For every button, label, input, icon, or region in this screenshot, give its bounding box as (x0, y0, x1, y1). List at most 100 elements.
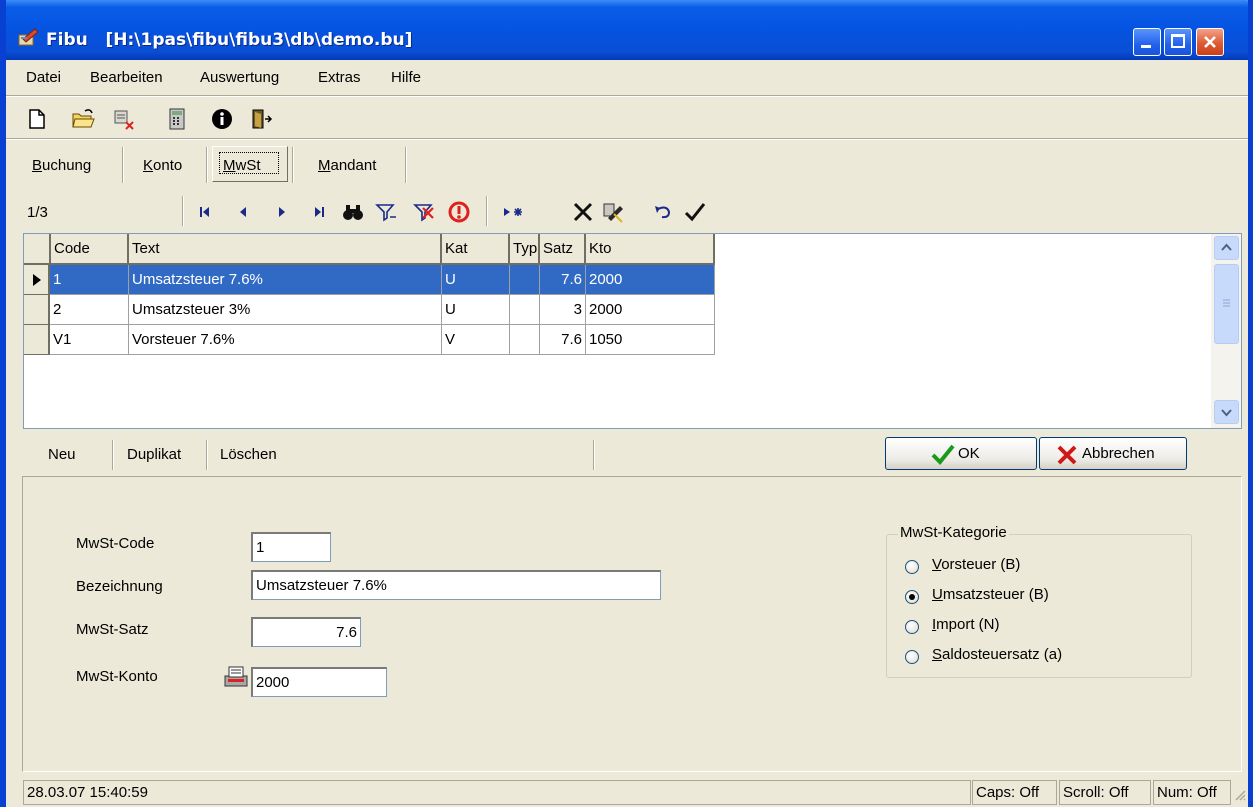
loeschen-button[interactable]: Löschen (220, 446, 277, 463)
neu-button[interactable]: Neu (48, 446, 76, 463)
vertical-scrollbar[interactable] (1211, 234, 1241, 428)
tab-buchung-accel: B (32, 157, 43, 174)
cell-code[interactable]: V1 (50, 325, 129, 355)
edit-icon[interactable] (600, 200, 626, 224)
cell-typ[interactable] (510, 295, 540, 325)
radio-umsatzsteuer[interactable] (905, 590, 919, 604)
radio-umsatzsteuer-label[interactable]: Umsatzsteuer (B) (932, 586, 1049, 603)
row-indicator (24, 325, 50, 355)
undo-icon[interactable] (650, 200, 676, 224)
tab-mwst-active[interactable]: MwSt (212, 146, 288, 182)
status-caps: Caps: Off (972, 780, 1057, 805)
radio-import-label[interactable]: Import (N) (932, 616, 1000, 633)
cell-kat[interactable]: U (442, 265, 510, 295)
column-header-text[interactable]: Text (129, 234, 442, 265)
filter-icon[interactable] (373, 200, 399, 224)
current-row-arrow-icon (33, 274, 41, 286)
nav-separator (182, 196, 184, 226)
radio-saldosteuersatz[interactable] (905, 650, 919, 664)
tab-buchung[interactable]: Buchung (32, 157, 91, 174)
menu-extras[interactable]: Extras (318, 69, 361, 86)
cell-text[interactable]: Umsatzsteuer 3% (129, 295, 442, 325)
column-header-typ[interactable]: Typ (510, 234, 540, 265)
post-icon[interactable] (682, 200, 708, 224)
cell-code[interactable]: 2 (50, 295, 129, 325)
mwst-code-field[interactable]: 1 (251, 532, 331, 562)
tab-mwst: MwSt (223, 157, 261, 174)
row-indicator (24, 265, 50, 295)
radio-saldosteuersatz-label[interactable]: Saldosteuersatz (a) (932, 646, 1062, 663)
cell-code[interactable]: 1 (50, 265, 129, 295)
calculator-icon[interactable] (164, 106, 190, 132)
cell-text[interactable]: Umsatzsteuer 7.6% (129, 265, 442, 295)
radio-vorsteuer[interactable] (905, 560, 919, 574)
ok-button[interactable]: OK (885, 437, 1037, 470)
new-document-icon[interactable] (24, 106, 50, 132)
find-icon[interactable] (340, 200, 366, 224)
menu-datei[interactable]: Datei (26, 69, 61, 86)
radio-vorsteuer-label[interactable]: Vorsteuer (B) (932, 556, 1020, 573)
column-header-kat[interactable]: Kat (442, 234, 510, 265)
open-folder-icon[interactable] (70, 106, 96, 132)
refresh-icon[interactable] (446, 200, 472, 224)
abbrechen-button[interactable]: Abbrechen (1039, 437, 1187, 470)
cell-kat[interactable]: U (442, 295, 510, 325)
tab-mandant[interactable]: Mandant (318, 157, 376, 174)
menu-auswertung[interactable]: Auswertung (200, 69, 279, 86)
minimize-icon (1141, 45, 1151, 48)
tab-mwst-rest: wSt (235, 157, 261, 174)
chevron-down-icon (1221, 409, 1232, 417)
app-name: Fibu (46, 30, 88, 50)
column-header-code[interactable]: Code (51, 234, 129, 265)
prior-record-icon[interactable] (230, 200, 256, 224)
close-button[interactable] (1196, 28, 1224, 56)
action-separator (112, 440, 114, 470)
cell-kat[interactable]: V (442, 325, 510, 355)
info-icon[interactable] (209, 106, 235, 132)
data-grid[interactable]: Code Text Kat Typ Satz Kto 1 Umsatzsteue… (23, 233, 1242, 429)
ok-label: OK (958, 445, 980, 462)
cell-typ[interactable] (510, 265, 540, 295)
cell-satz[interactable]: 7.6 (540, 325, 586, 355)
column-header-satz[interactable]: Satz (540, 234, 586, 265)
row-indicator (24, 295, 50, 325)
status-datetime: 28.03.07 15:40:59 (23, 780, 971, 805)
mwst-konto-field[interactable]: 2000 (251, 667, 387, 697)
exit-door-icon[interactable] (249, 106, 275, 132)
close-icon (1204, 36, 1216, 48)
bezeichnung-label: Bezeichnung (76, 578, 163, 595)
maximize-button[interactable] (1164, 28, 1192, 56)
insert-record-icon[interactable] (501, 200, 527, 224)
scroll-down-button[interactable] (1214, 400, 1239, 424)
cell-kto[interactable]: 2000 (586, 265, 715, 295)
menu-bearbeiten[interactable]: Bearbeiten (90, 69, 163, 86)
cell-satz[interactable]: 7.6 (540, 265, 586, 295)
tab-konto[interactable]: Konto (143, 157, 182, 174)
menu-hilfe[interactable]: Hilfe (391, 69, 421, 86)
cell-kto[interactable]: 2000 (586, 295, 715, 325)
scroll-up-button[interactable] (1214, 236, 1239, 260)
grip-icon (1223, 299, 1230, 307)
delete-record-icon[interactable] (570, 200, 596, 224)
cell-satz[interactable]: 3 (540, 295, 586, 325)
mwst-satz-field[interactable]: 7.6 (251, 617, 361, 647)
account-lookup-icon[interactable] (222, 664, 250, 690)
duplikat-button[interactable]: Duplikat (127, 446, 181, 463)
bezeichnung-field[interactable]: Umsatzsteuer 7.6% (251, 570, 661, 600)
column-header-kto[interactable]: Kto (586, 234, 715, 265)
mwst-konto-label: MwSt-Konto (76, 668, 158, 685)
first-record-icon[interactable] (192, 200, 218, 224)
resize-grip-icon[interactable] (1233, 788, 1247, 802)
cell-text[interactable]: Vorsteuer 7.6% (129, 325, 442, 355)
minimize-button[interactable] (1133, 28, 1161, 56)
radio-import[interactable] (905, 620, 919, 634)
cell-typ[interactable] (510, 325, 540, 355)
cell-kto[interactable]: 1050 (586, 325, 715, 355)
menu-separator (6, 95, 1248, 97)
window-title: Fibu [H:\1pas\fibu\fibu3\db\demo.bu] (46, 30, 412, 50)
scroll-thumb[interactable] (1214, 264, 1239, 344)
clear-filter-icon[interactable] (410, 200, 436, 224)
next-record-icon[interactable] (269, 200, 295, 224)
last-record-icon[interactable] (306, 200, 332, 224)
delete-icon[interactable] (110, 106, 136, 132)
